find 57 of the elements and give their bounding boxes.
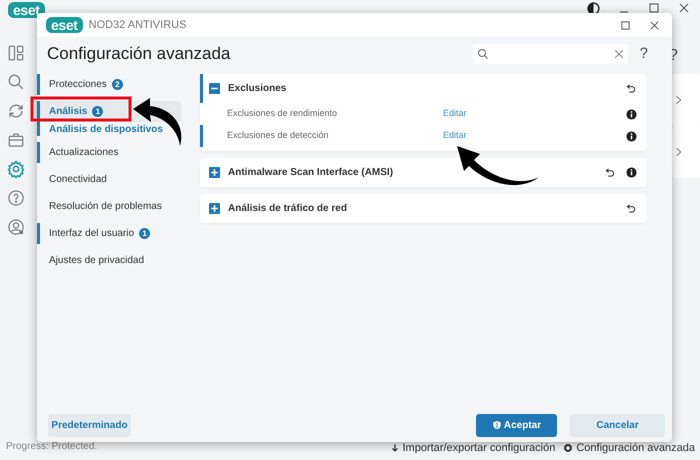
nav-subitem[interactable]: Análisis de dispositivos bbox=[40, 122, 181, 136]
accept-button[interactable]: Aceptar bbox=[476, 414, 557, 436]
search-icon bbox=[476, 48, 489, 60]
footer-link[interactable]: Configuración avanzada bbox=[563, 440, 695, 456]
clear-icon bbox=[614, 49, 624, 59]
setting-label: Exclusiones de rendimiento bbox=[227, 107, 338, 120]
search-field[interactable] bbox=[472, 44, 628, 64]
contrast-icon[interactable] bbox=[587, 2, 600, 14]
section-title[interactable]: Exclusiones bbox=[228, 81, 286, 96]
down-arrow-icon bbox=[390, 443, 400, 454]
status-text: Progress: Protected. bbox=[6, 440, 98, 454]
refresh-icon[interactable] bbox=[7, 102, 25, 120]
info-icon[interactable] bbox=[626, 108, 637, 120]
nav-item[interactable]: Ajustes de privacidad bbox=[40, 250, 181, 271]
count-badge: 1 bbox=[92, 106, 104, 117]
footer-link[interactable]: Importar/exportar configuración bbox=[390, 440, 556, 456]
maximize-icon[interactable] bbox=[648, 2, 660, 14]
eset-logo: eset bbox=[8, 2, 45, 18]
help-icon[interactable] bbox=[7, 189, 25, 207]
collapse-icon[interactable] bbox=[209, 83, 220, 94]
undo-icon[interactable] bbox=[605, 167, 616, 178]
maximize-icon[interactable] bbox=[620, 20, 631, 30]
nav-item[interactable]: Resolución de problemas bbox=[40, 196, 181, 217]
edit-link[interactable]: Editar bbox=[443, 129, 467, 143]
nav-item[interactable]: Interfaz del usuario 1 bbox=[40, 223, 181, 244]
nav-item[interactable]: Protecciones 2 bbox=[40, 74, 181, 95]
expand-icon[interactable] bbox=[209, 203, 220, 214]
dialog-title: Configuración avanzada bbox=[47, 43, 230, 66]
shield-icon bbox=[492, 420, 502, 430]
setting-label: Exclusiones de detección bbox=[227, 129, 330, 142]
edit-link[interactable]: Editar bbox=[443, 107, 467, 121]
cancel-button[interactable]: Cancelar bbox=[570, 414, 665, 436]
close-icon[interactable] bbox=[678, 2, 690, 14]
info-icon[interactable] bbox=[626, 167, 637, 178]
briefcase-icon[interactable] bbox=[7, 131, 25, 149]
eset-logo: eset bbox=[46, 17, 83, 33]
section-title[interactable]: Antimalware Scan Interface (AMSI) bbox=[228, 165, 394, 180]
nav-item[interactable]: Actualizaciones bbox=[40, 142, 181, 163]
window-title: NOD32 ANTIVIRUS bbox=[88, 18, 186, 33]
undo-icon[interactable] bbox=[626, 83, 637, 94]
count-badge: 1 bbox=[139, 228, 150, 239]
help-icon[interactable]: ? bbox=[640, 42, 648, 66]
info-icon[interactable] bbox=[626, 130, 637, 142]
settings-icon bbox=[563, 443, 574, 454]
nav-item[interactable]: Conectividad bbox=[40, 169, 181, 190]
search-icon[interactable] bbox=[7, 73, 25, 91]
section-title[interactable]: Análisis de tráfico de red bbox=[228, 201, 347, 216]
close-icon[interactable] bbox=[649, 20, 660, 30]
count-badge: 2 bbox=[112, 79, 123, 90]
chevron-right-icon bbox=[674, 93, 684, 107]
settings-icon[interactable] bbox=[7, 160, 25, 178]
chevron-right-icon bbox=[674, 145, 684, 159]
account-icon[interactable] bbox=[7, 218, 25, 236]
default-button[interactable]: Predeterminado bbox=[48, 414, 131, 436]
expand-icon[interactable] bbox=[209, 167, 220, 178]
undo-icon[interactable] bbox=[626, 203, 637, 214]
dashboard-icon[interactable] bbox=[7, 44, 25, 62]
